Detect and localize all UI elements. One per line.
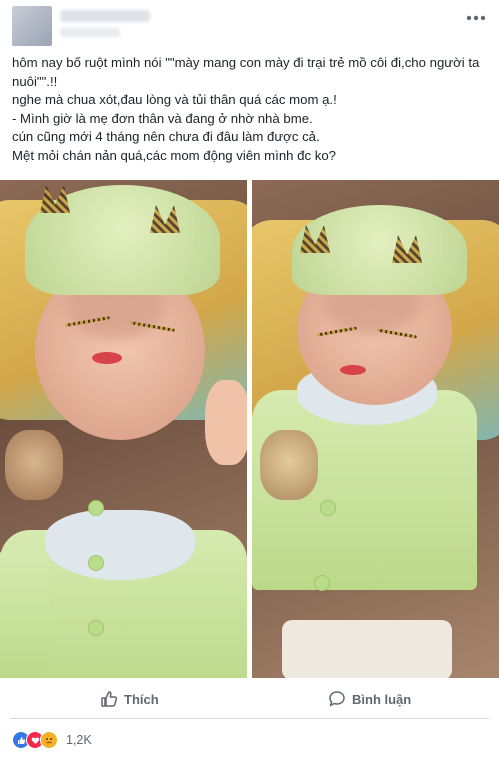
lion-print [5, 430, 63, 500]
more-options-icon[interactable] [465, 6, 487, 24]
post-text: hôm nay bố ruột mình nói ""mày mang con … [12, 54, 490, 165]
baby-hand [205, 380, 247, 465]
post-text-line: nghe mà chua xót,đau lòng và tủi thân qu… [12, 92, 337, 107]
sad-face-glyph [46, 738, 53, 744]
sleeve [0, 550, 50, 678]
heart-glyph [31, 737, 39, 744]
like-button[interactable]: Thích [100, 684, 159, 714]
post-text-line: Mệt mỏi chán nản quá,các mom động viên m… [12, 147, 337, 163]
shirt-button [88, 555, 104, 571]
lips [340, 365, 366, 375]
like-label: Thích [124, 691, 159, 707]
photo-grid [0, 180, 499, 678]
lips [92, 352, 122, 364]
photo-right[interactable] [252, 180, 499, 678]
sad-reaction-icon [40, 731, 58, 749]
thumbs-up-icon [101, 691, 118, 707]
shirt-button [320, 500, 336, 516]
comment-icon [329, 691, 345, 707]
lion-print [260, 430, 318, 500]
more-options-glyph [466, 15, 486, 21]
comment-button[interactable]: Bình luận [328, 684, 411, 714]
shirt-button [314, 575, 330, 591]
shirt-button [88, 620, 104, 636]
baby-cap [25, 185, 220, 295]
diaper [282, 620, 452, 678]
post-header [0, 0, 499, 46]
post-text-line: hôm nay bố ruột mình nói ""mày mang con … [12, 55, 484, 89]
avatar[interactable] [12, 6, 52, 46]
post-time-blurred[interactable] [60, 28, 120, 37]
divider [10, 718, 489, 719]
photo-left[interactable] [0, 180, 247, 678]
reaction-summary[interactable]: 1,2K [12, 730, 92, 750]
author-name-blurred[interactable] [60, 10, 150, 22]
comment-label: Bình luận [352, 691, 412, 707]
shirt-button [88, 500, 104, 516]
post-text-line: - Mình giờ là mẹ đơn thân và đang ở nhờ … [12, 110, 313, 126]
post-action-bar: Thích Bình luận [0, 684, 499, 714]
bib [45, 510, 195, 580]
reaction-count[interactable]: 1,2K [66, 733, 92, 747]
like-reaction-glyph [17, 736, 25, 744]
post-text-line: cún cũng mới 4 tháng nên chưa đi đâu làm… [12, 129, 320, 144]
